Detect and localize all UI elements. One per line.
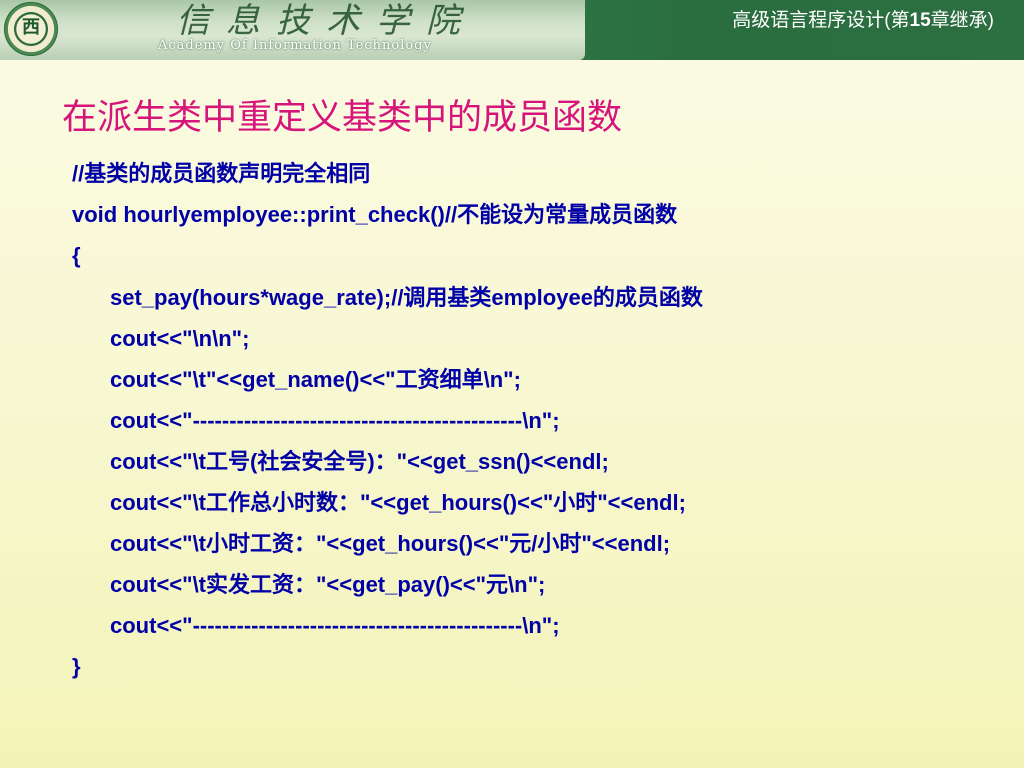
course-title-suffix: 章继承) [930,10,994,31]
code-line: cout<<"\t工号(社会安全号)："<<get_ssn()<<endl; [110,449,609,474]
code-line: cout<<"---------------------------------… [110,408,560,433]
course-title: 高级语言程序设计(第15章继承) [732,6,994,36]
code-line: cout<<"\t"<<get_name()<<"工资细单\n"; [110,367,521,392]
logo-glyph: 西 [22,17,40,38]
course-title-prefix: 高级语言程序设计(第 [732,10,910,31]
code-line: set_pay(hours*wage_rate);//调用基类employee的… [110,285,703,310]
code-line: //基类的成员函数声明完全相同 [72,161,371,186]
code-line: cout<<"\t工作总小时数："<<get_hours()<<"小时"<<en… [110,490,686,515]
code-line: cout<<"\t实发工资："<<get_pay()<<"元\n"; [110,572,546,597]
slide-title: 在派生类中重定义基类中的成员函数 [62,98,623,137]
code-line: } [72,654,81,679]
course-title-chapter: 15 [909,10,931,31]
code-line: cout<<"\n\n"; [110,326,250,351]
school-name-cn: 信息技术学院 [176,1,476,41]
code-line: { [72,243,81,268]
code-line: cout<<"---------------------------------… [110,613,560,638]
code-line: cout<<"\t小时工资："<<get_hours()<<"元/小时"<<en… [110,531,671,556]
school-name-en: Academy Of Information Technology [158,38,432,53]
code-line: void hourlyemployee::print_check()//不能设为… [72,202,678,227]
school-logo: 西 [4,2,58,56]
header-banner: 西 信息技术学院 Academy Of Information Technolo… [0,0,1024,60]
school-banner: 西 信息技术学院 Academy Of Information Technolo… [0,0,585,60]
